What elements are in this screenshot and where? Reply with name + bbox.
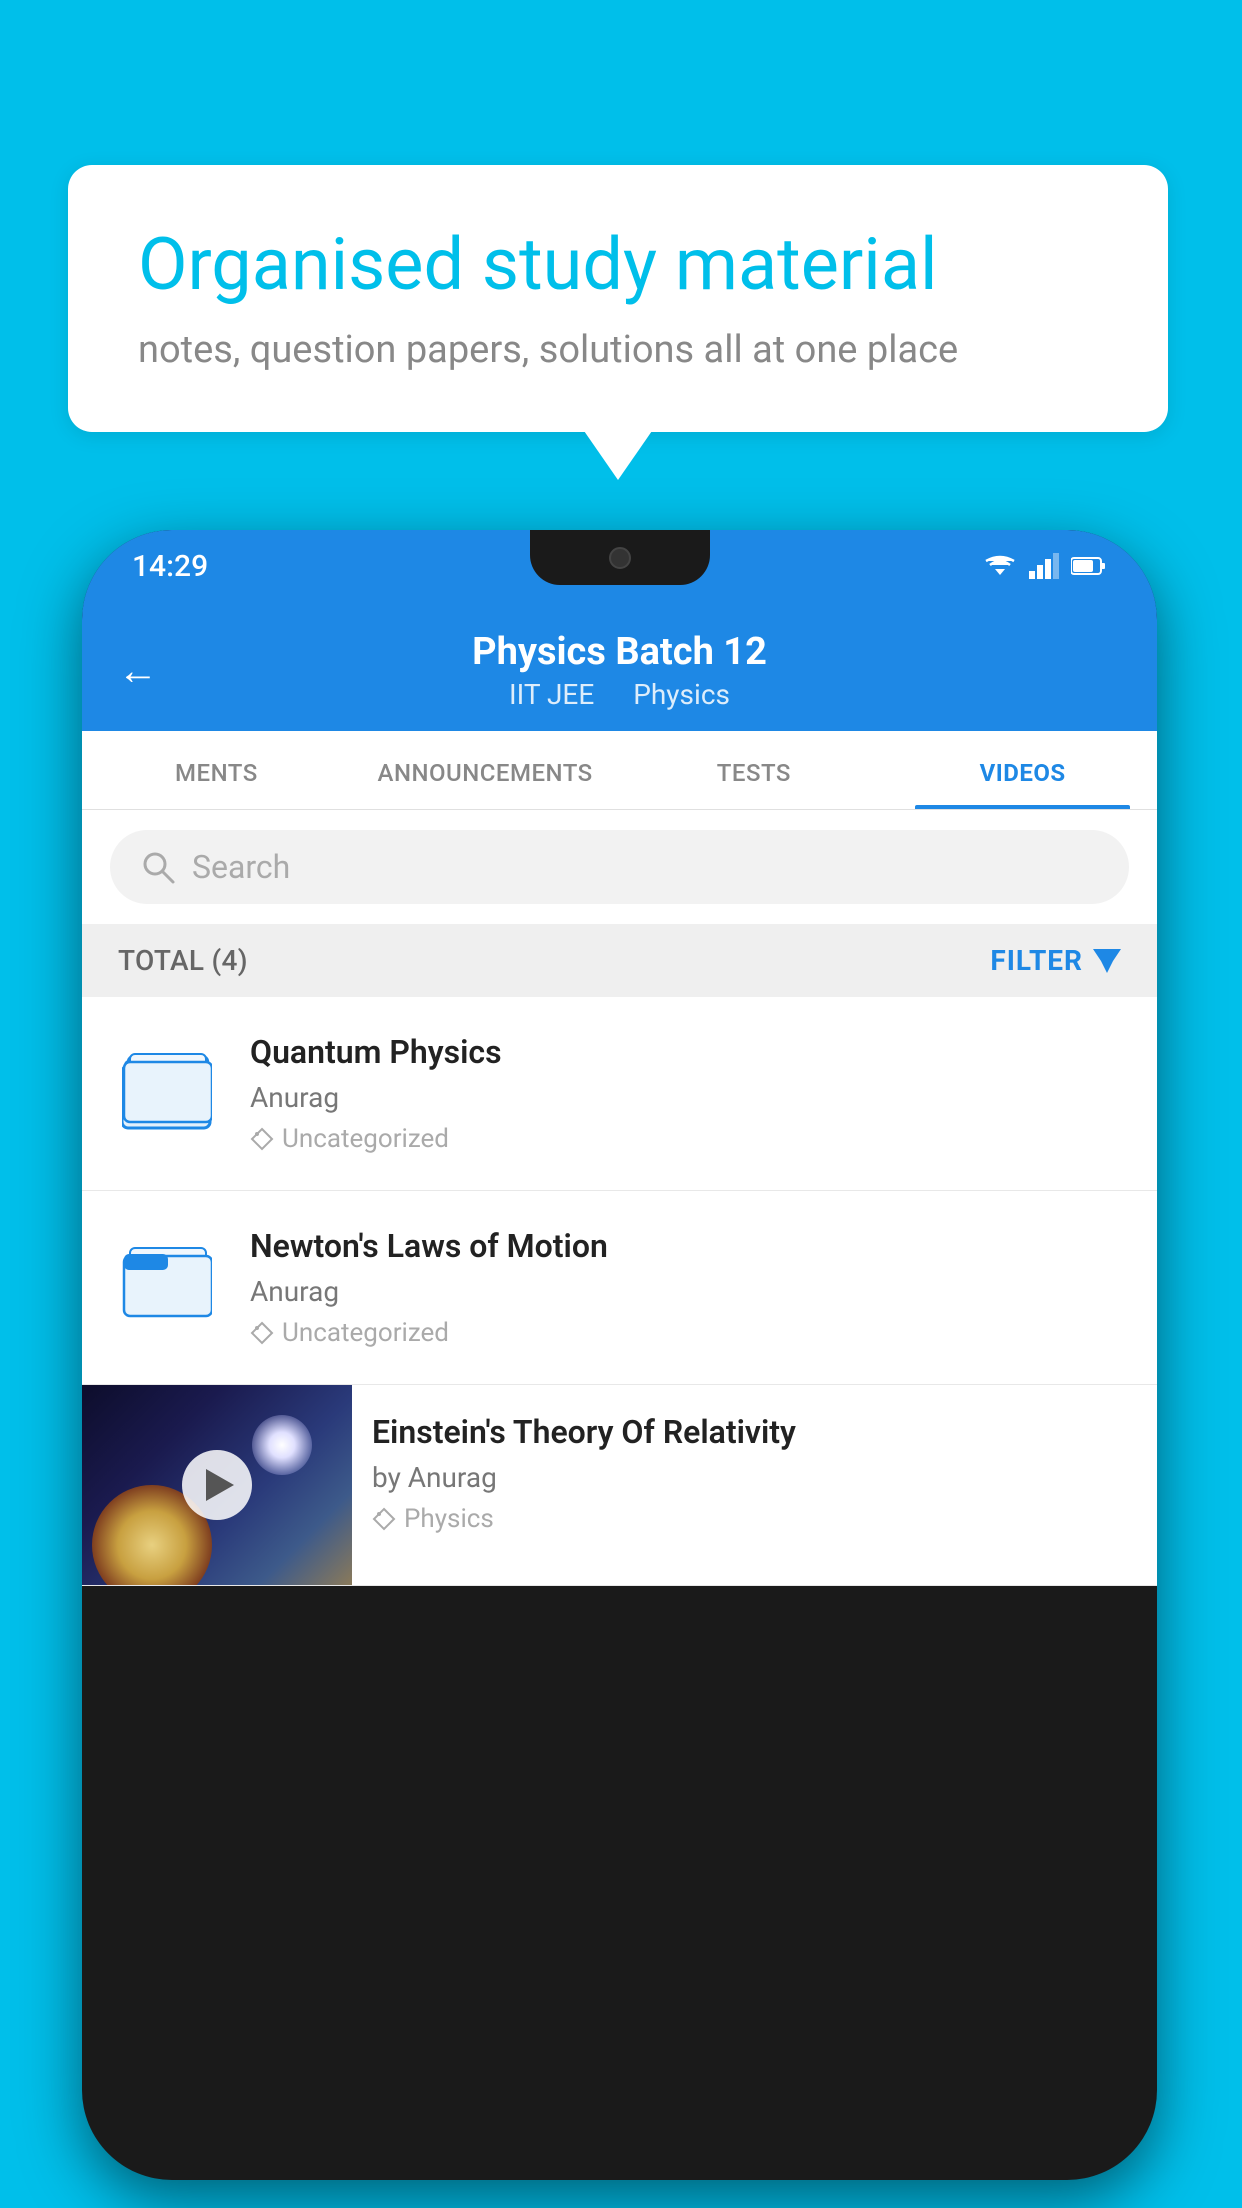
tag-icon <box>372 1507 396 1531</box>
header-tags: IIT JEE Physics <box>472 678 767 711</box>
status-bar: 14:29 <box>82 530 1157 602</box>
filter-icon <box>1093 947 1121 975</box>
status-icons <box>983 553 1107 579</box>
video-info-3: Einstein's Theory Of Relativity by Anura… <box>352 1385 1157 1562</box>
video-tag-2: Uncategorized <box>250 1318 1127 1348</box>
video-title-3: Einstein's Theory Of Relativity <box>372 1413 1137 1451</box>
search-placeholder: Search <box>192 848 290 886</box>
tag-icon <box>250 1127 274 1151</box>
tab-bar: MENTS ANNOUNCEMENTS TESTS VIDEOS <box>82 731 1157 810</box>
search-icon <box>140 849 176 885</box>
video-list: Quantum Physics Anurag Uncategorized <box>82 997 1157 1586</box>
filter-button[interactable]: FILTER <box>990 944 1121 977</box>
list-item[interactable]: Quantum Physics Anurag Uncategorized <box>82 997 1157 1191</box>
tab-tests[interactable]: TESTS <box>620 731 889 809</box>
tag-icon <box>250 1321 274 1345</box>
camera-dot <box>609 547 631 569</box>
video-tag-1: Uncategorized <box>250 1124 1127 1154</box>
video-thumbnail <box>82 1385 352 1585</box>
phone-wrapper: 14:29 <box>82 530 1157 2180</box>
phone-inner: 14:29 <box>82 530 1157 2180</box>
bubble-subtitle: notes, question papers, solutions all at… <box>138 328 1098 372</box>
tag-physics: Physics <box>633 678 730 711</box>
phone-notch <box>530 530 710 585</box>
folder-thumb-2 <box>112 1227 222 1337</box>
tag-iitjee: IIT JEE <box>509 678 594 711</box>
list-item[interactable]: Einstein's Theory Of Relativity by Anura… <box>82 1385 1157 1586</box>
tab-ments[interactable]: MENTS <box>82 731 351 809</box>
phone-frame: 14:29 <box>82 530 1157 2180</box>
video-title-2: Newton's Laws of Motion <box>250 1227 1127 1265</box>
video-author-3: by Anurag <box>372 1461 1137 1494</box>
folder-icon <box>122 1240 212 1325</box>
search-bar[interactable]: Search <box>110 830 1129 904</box>
wifi-icon <box>983 553 1017 579</box>
signal-icon <box>1029 553 1059 579</box>
folder-thumb-1 <box>112 1033 222 1143</box>
video-tag-3: Physics <box>372 1504 1137 1534</box>
search-bar-wrap: Search <box>82 810 1157 924</box>
app-header: ← Physics Batch 12 IIT JEE Physics <box>82 602 1157 731</box>
folder-icon <box>122 1046 212 1131</box>
video-info-2: Newton's Laws of Motion Anurag Uncategor… <box>250 1227 1127 1348</box>
video-info-1: Quantum Physics Anurag Uncategorized <box>250 1033 1127 1154</box>
tab-videos[interactable]: VIDEOS <box>888 731 1157 809</box>
header-title: Physics Batch 12 <box>472 630 767 674</box>
play-triangle-icon <box>206 1469 234 1501</box>
filter-bar: TOTAL (4) FILTER <box>82 924 1157 997</box>
speech-bubble: Organised study material notes, question… <box>68 165 1168 432</box>
list-item[interactable]: Newton's Laws of Motion Anurag Uncategor… <box>82 1191 1157 1385</box>
play-button[interactable] <box>182 1450 252 1520</box>
tab-announcements[interactable]: ANNOUNCEMENTS <box>351 731 620 809</box>
video-title-1: Quantum Physics <box>250 1033 1127 1071</box>
bubble-title: Organised study material <box>138 225 1098 304</box>
status-time: 14:29 <box>132 549 208 584</box>
video-author-2: Anurag <box>250 1275 1127 1308</box>
total-count: TOTAL (4) <box>118 944 248 977</box>
header-center: Physics Batch 12 IIT JEE Physics <box>472 630 767 711</box>
battery-icon <box>1071 555 1107 577</box>
back-button[interactable]: ← <box>118 647 158 694</box>
video-author-1: Anurag <box>250 1081 1127 1114</box>
